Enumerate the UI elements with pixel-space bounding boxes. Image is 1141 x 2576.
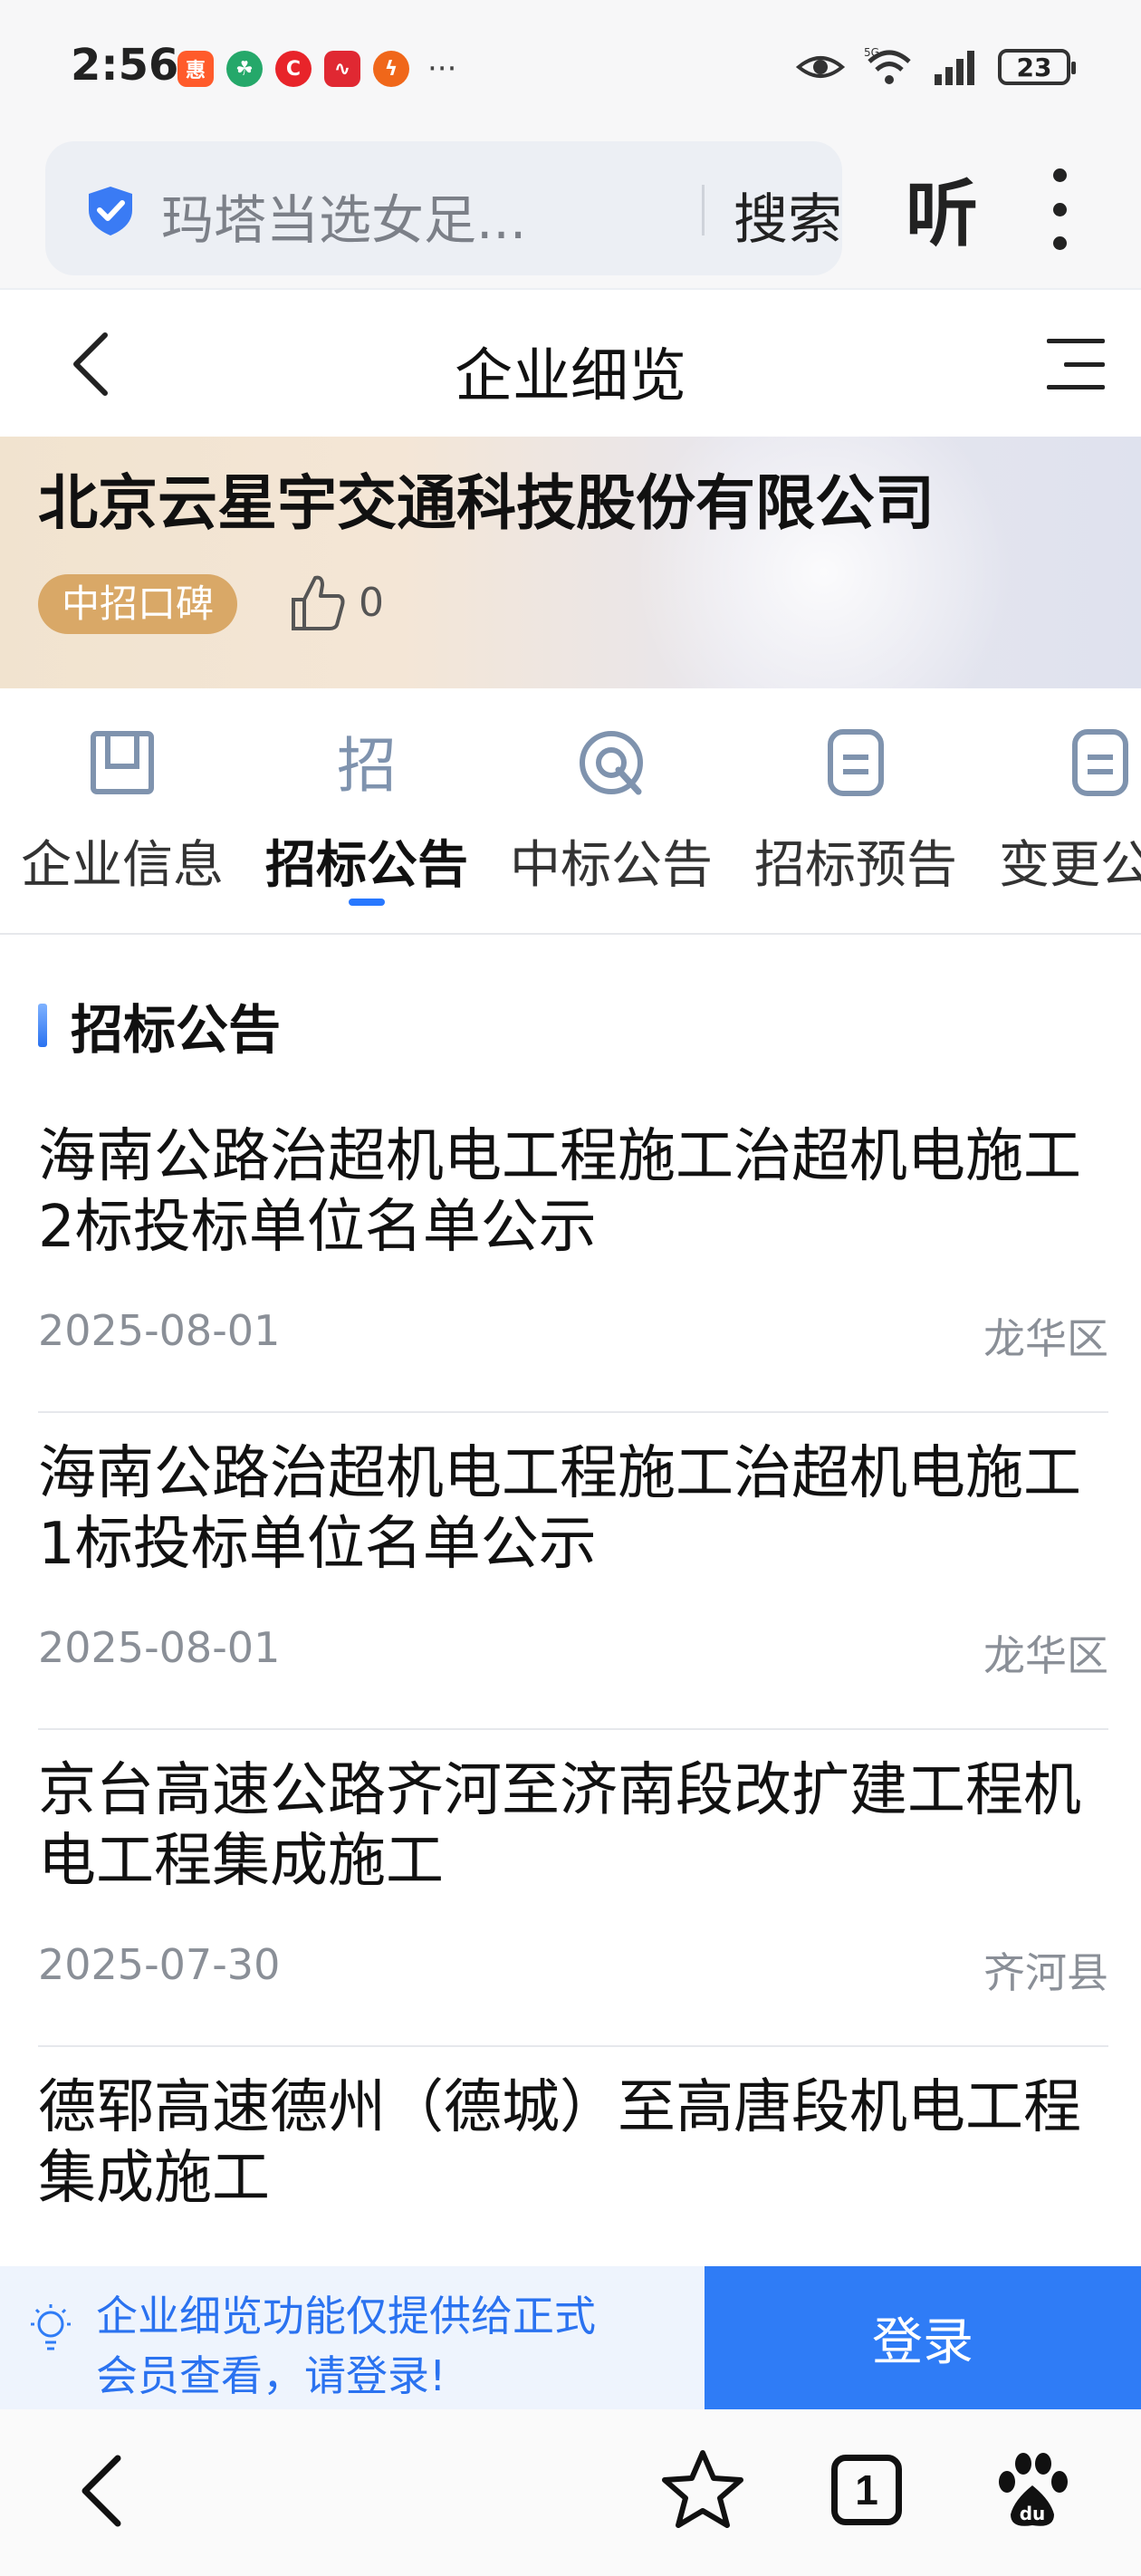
tab-label: 企业信息 bbox=[21, 836, 224, 895]
svg-text:招: 招 bbox=[337, 731, 397, 799]
notice-region: 龙华区 bbox=[983, 1631, 1108, 1680]
chart-app-icon: ∿ bbox=[324, 51, 360, 87]
section-accent-bar bbox=[38, 1004, 47, 1047]
lightbulb-icon bbox=[31, 2304, 71, 2350]
company-name: 北京云星宇交通科技股份有限公司 bbox=[38, 468, 935, 538]
target-icon bbox=[580, 731, 643, 795]
tab-label: 招标公告 bbox=[265, 836, 468, 895]
page-title: 企业细览 bbox=[455, 343, 686, 410]
notice-date: 2025-08-01 bbox=[38, 1306, 281, 1355]
page-header: 企业细览 bbox=[0, 292, 1141, 437]
baidu-home-button[interactable]: du bbox=[987, 2446, 1078, 2536]
tab-label: 变更公告 bbox=[999, 836, 1141, 895]
menu-icon[interactable] bbox=[1047, 339, 1105, 389]
more-menu-icon[interactable] bbox=[1041, 168, 1078, 250]
notice-title[interactable]: 海南公路治超机电工程施工治超机电施工2标投标单位名单公示 bbox=[38, 1121, 1108, 1263]
star-icon bbox=[662, 2450, 743, 2528]
eye-icon bbox=[795, 56, 846, 78]
bid-invite-icon: 招 bbox=[337, 731, 397, 799]
tab-label: 招标预告 bbox=[754, 836, 957, 895]
bottom-navigation: 1 du bbox=[0, 2409, 1141, 2576]
active-tab-indicator bbox=[349, 899, 385, 906]
notice-title[interactable]: 海南公路治超机电工程施工治超机电施工1标投标单位名单公示 bbox=[38, 1438, 1108, 1580]
profile-card-icon bbox=[91, 731, 154, 794]
browser-toolbar: 玛塔当选女足... 搜索 听 bbox=[0, 136, 1141, 290]
leaf-app-icon: ☘ bbox=[226, 51, 263, 87]
signal-icon bbox=[935, 51, 974, 85]
shield-check-icon bbox=[89, 187, 132, 235]
notice-date: 2025-07-30 bbox=[38, 1940, 281, 1989]
category-tabs: 企业信息 招 招标公告 中标公告 招标预告 变更公告 bbox=[0, 688, 1141, 935]
tab-label: 中标公告 bbox=[510, 836, 713, 895]
tab-bid-notices[interactable]: 招 招标公告 bbox=[244, 688, 489, 933]
wifi-icon: 5G bbox=[864, 47, 911, 84]
list-item[interactable]: 海南公路治超机电工程施工治超机电施工1标投标单位名单公示 2025-08-01 … bbox=[38, 1413, 1108, 1730]
like-button[interactable]: 0 bbox=[288, 571, 384, 634]
notice-date: 2025-08-01 bbox=[38, 1623, 281, 1672]
tab-change-notices[interactable]: 变更公告 bbox=[978, 688, 1141, 933]
section-title: 招标公告 bbox=[71, 999, 282, 1061]
notice-region: 齐河县 bbox=[983, 1948, 1108, 1997]
back-arrow-icon bbox=[82, 2455, 121, 2527]
search-query-text[interactable]: 玛塔当选女足... bbox=[161, 178, 526, 254]
notification-icons: 惠 ☘ C ∿ ϟ ··· bbox=[177, 51, 456, 87]
section-heading: 招标公告 bbox=[38, 987, 281, 1063]
notice-title[interactable]: 德郓高速德州（德城）至高唐段机电工程集成施工 bbox=[38, 2072, 1108, 2214]
battery-icon: 23 bbox=[998, 49, 1076, 85]
notice-region: 龙华区 bbox=[983, 1314, 1108, 1363]
baidu-paw-icon: du bbox=[999, 2453, 1068, 2526]
shopping-app-icon: 惠 bbox=[177, 51, 214, 87]
status-bar: 2:56 惠 ☘ C ∿ ϟ ··· 5G 23 bbox=[0, 0, 1141, 136]
like-count: 0 bbox=[359, 579, 384, 626]
status-indicators: 5G 23 bbox=[795, 47, 1076, 87]
address-search-box[interactable]: 玛塔当选女足... 搜索 bbox=[45, 141, 842, 275]
svg-text:du: du bbox=[1020, 2503, 1046, 2524]
lightning-app-icon: ϟ bbox=[373, 51, 409, 87]
notice-list: 海南公路治超机电工程施工治超机电施工2标投标单位名单公示 2025-08-01 … bbox=[38, 1096, 1108, 2364]
document-icon bbox=[828, 729, 884, 796]
list-item[interactable]: 海南公路治超机电工程施工治超机电施工2标投标单位名单公示 2025-08-01 … bbox=[38, 1096, 1108, 1413]
status-time: 2:56 bbox=[71, 40, 179, 91]
document-icon bbox=[1072, 729, 1128, 796]
login-notice-text: 企业细览功能仅提供给正式会员查看，请登录! bbox=[96, 2292, 596, 2400]
tab-award-notices[interactable]: 中标公告 bbox=[489, 688, 734, 933]
bookmark-button[interactable] bbox=[657, 2446, 748, 2536]
company-banner: 北京云星宇交通科技股份有限公司 中招口碑 0 bbox=[0, 437, 1141, 688]
more-notifications-icon: ··· bbox=[427, 51, 457, 87]
list-item[interactable]: 京台高速公路齐河至济南段改扩建工程机电工程集成施工 2025-07-30 齐河县 bbox=[38, 1730, 1108, 2047]
tab-count-icon: 1 bbox=[831, 2455, 902, 2525]
svg-text:5G: 5G bbox=[864, 47, 879, 59]
reputation-badge[interactable]: 中招口碑 bbox=[38, 574, 238, 634]
c-app-icon: C bbox=[275, 51, 312, 87]
notice-title[interactable]: 京台高速公路齐河至济南段改扩建工程机电工程集成施工 bbox=[38, 1755, 1108, 1897]
nav-back-button[interactable] bbox=[58, 2446, 149, 2536]
search-divider bbox=[702, 185, 705, 235]
thumbs-up-icon bbox=[292, 575, 345, 630]
tab-bid-forecast[interactable]: 招标预告 bbox=[734, 688, 978, 933]
tabs-button[interactable]: 1 bbox=[822, 2446, 913, 2536]
search-button[interactable]: 搜索 bbox=[734, 176, 842, 255]
login-button[interactable]: 登录 bbox=[705, 2266, 1141, 2409]
tab-company-info[interactable]: 企业信息 bbox=[0, 688, 244, 933]
login-prompt-bar: 企业细览功能仅提供给正式会员查看，请登录! 登录 bbox=[0, 2266, 1141, 2409]
listen-button[interactable]: 听 bbox=[906, 156, 978, 261]
